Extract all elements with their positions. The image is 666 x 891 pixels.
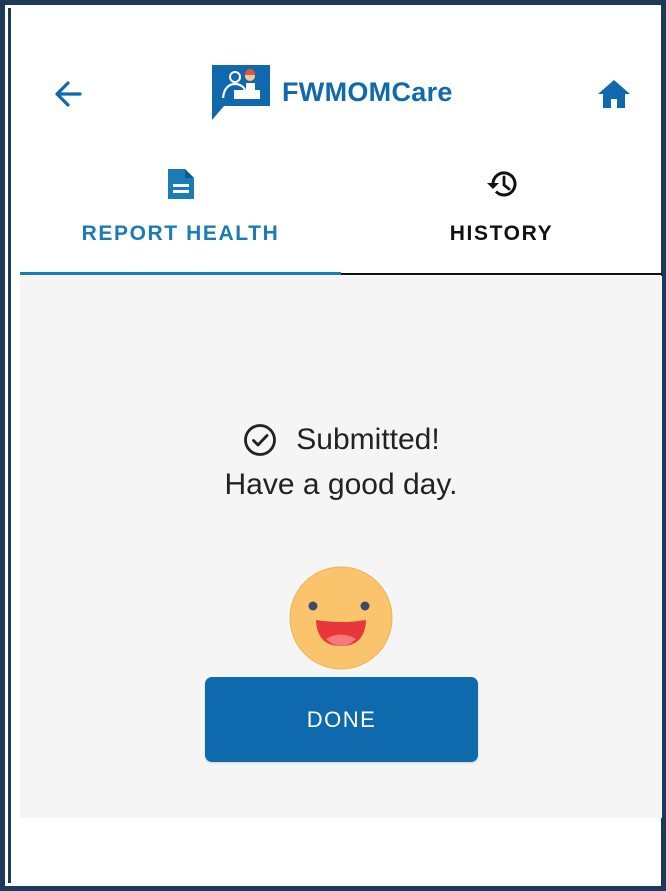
document-icon [167,169,194,199]
confirmation-panel: Submitted! Have a good day. DONE [20,276,662,818]
submitted-message: Submitted! [296,423,440,456]
app-title: FWMOMCare [282,76,453,107]
good-day-message: Have a good day. [224,468,458,501]
smiling-face-icon [289,566,393,670]
app-logo: FWMOMCare [210,62,453,122]
back-button[interactable] [50,74,90,114]
tab-report-health-label: REPORT HEALTH [81,222,280,245]
tab-history[interactable]: HISTORY [341,160,662,272]
tab-divider [341,273,662,275]
home-button[interactable] [594,74,634,114]
arrow-left-icon [55,81,82,107]
done-button[interactable]: DONE [205,677,478,762]
check-circle-icon [244,424,277,456]
confirmation-heading: Submitted! [20,418,662,462]
tab-bar: REPORT HEALTH HISTORY [20,160,662,276]
app-header: FWMOMCare [0,0,666,170]
history-icon [486,171,516,197]
chat-doctor-logo-icon [212,65,270,120]
tab-report-health[interactable]: REPORT HEALTH [20,160,341,272]
active-tab-indicator [20,272,341,275]
tab-history-label: HISTORY [449,222,554,245]
home-icon [598,80,630,108]
